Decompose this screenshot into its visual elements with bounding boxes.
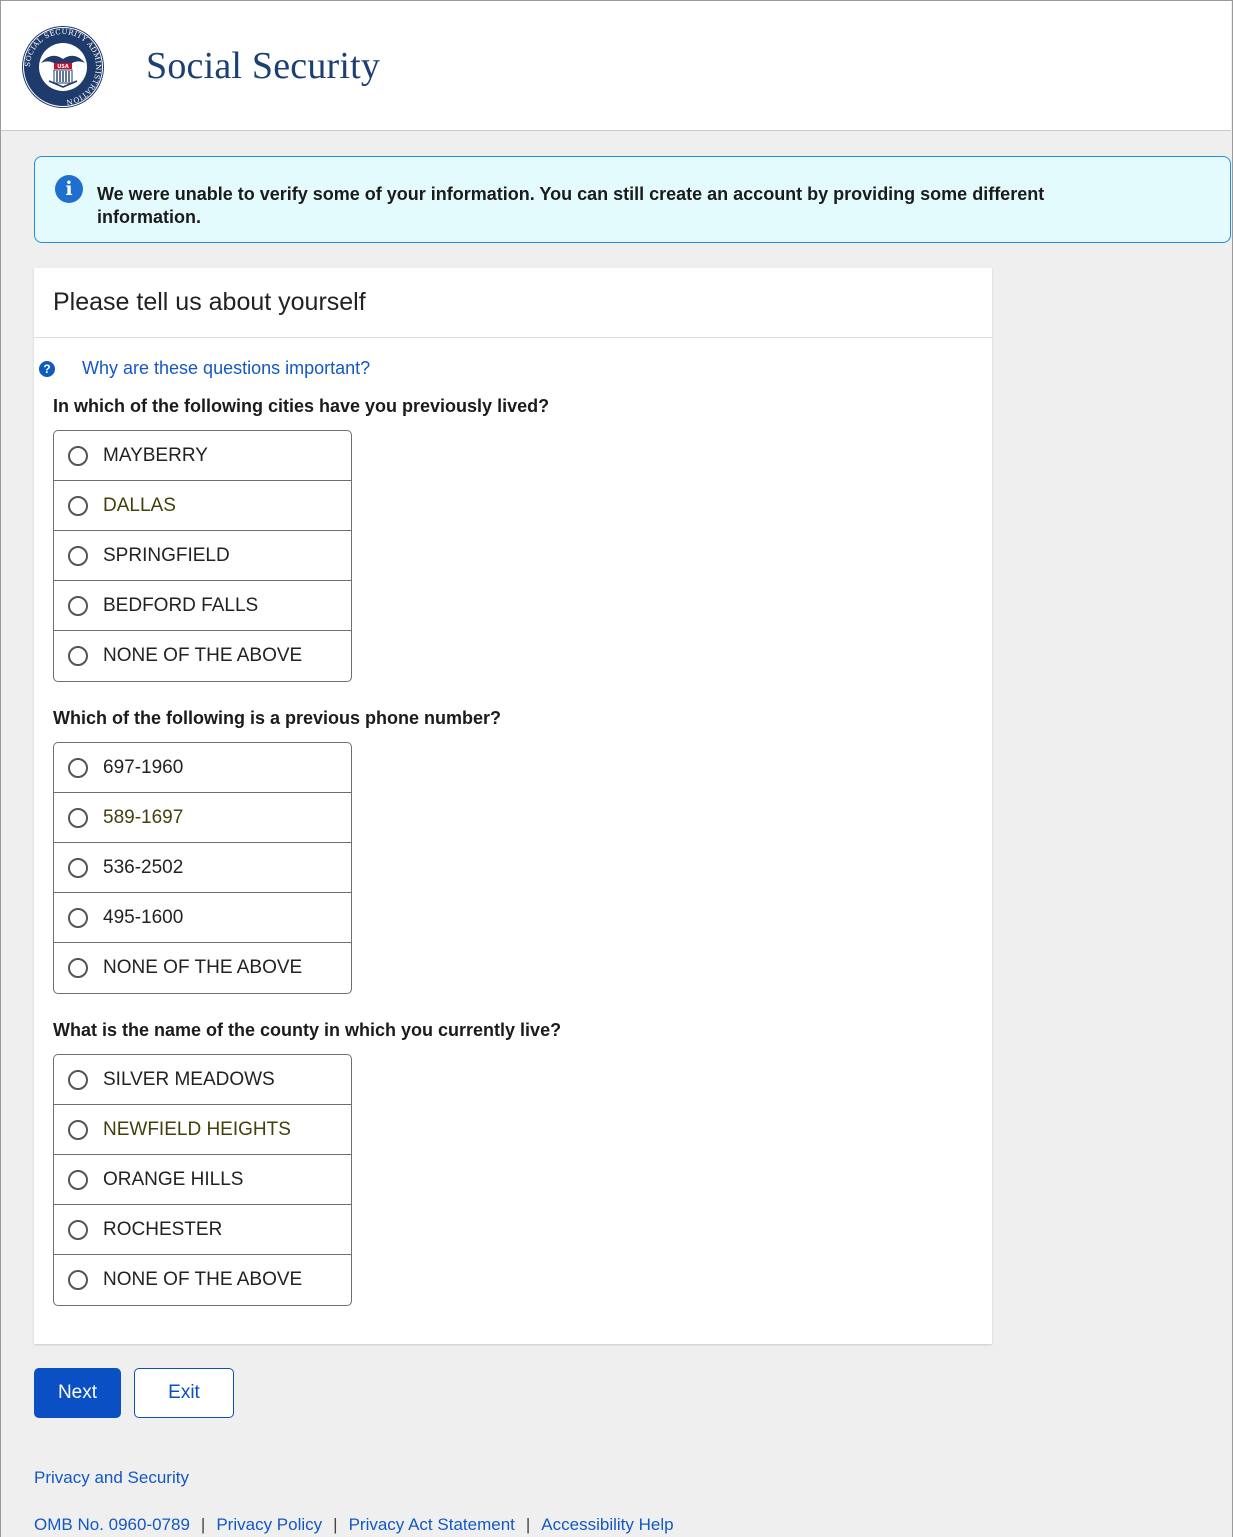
question-previous-phone: Which of the following is a previous pho… xyxy=(53,708,502,728)
privacy-act-statement-link[interactable]: Privacy Act Statement xyxy=(349,1515,515,1535)
radio-option[interactable]: MAYBERRY xyxy=(54,431,351,481)
radio-option-label: DALLAS xyxy=(103,494,176,516)
radio-circle-icon[interactable] xyxy=(68,1069,88,1090)
privacy-policy-link[interactable]: Privacy Policy xyxy=(216,1515,322,1535)
radio-circle-icon[interactable] xyxy=(68,1219,88,1240)
radio-option[interactable]: 536-2502 xyxy=(54,843,351,893)
radio-option-label: NONE OF THE ABOVE xyxy=(103,957,303,978)
alert-message: We were unable to verify some of your in… xyxy=(97,184,1045,227)
radio-option[interactable]: NONE OF THE ABOVE xyxy=(54,631,351,681)
help-link-row[interactable]: ? Why are these questions important? xyxy=(39,358,370,379)
radio-option-label: SPRINGFIELD xyxy=(103,544,230,566)
radio-option-label: 589-1697 xyxy=(103,806,184,828)
site-title: Social Security xyxy=(146,45,381,87)
radio-circle-icon[interactable] xyxy=(68,595,88,616)
ssa-seal-icon: SOCIAL SECURITY ADMINISTRATION USA xyxy=(22,26,104,108)
why-questions-link[interactable]: Why are these questions important? xyxy=(82,358,370,379)
radio-circle-icon[interactable] xyxy=(68,545,88,566)
radio-circle-icon[interactable] xyxy=(68,807,88,828)
radio-circle-icon[interactable] xyxy=(68,857,88,878)
footer-separator: | xyxy=(200,1515,206,1534)
radio-option-label: NONE OF THE ABOVE xyxy=(103,645,303,666)
radio-circle-icon[interactable] xyxy=(68,757,88,778)
panel-title: Please tell us about yourself xyxy=(53,288,366,316)
footer-separator: | xyxy=(525,1515,531,1534)
question-current-county: What is the name of the county in which … xyxy=(53,1020,562,1040)
radio-option[interactable]: BEDFORD FALLS xyxy=(54,581,351,631)
exit-button[interactable]: Exit xyxy=(134,1368,234,1418)
omb-number-link[interactable]: OMB No. 0960-0789 xyxy=(34,1515,190,1535)
radio-option-label: ROCHESTER xyxy=(103,1218,223,1240)
radio-option-label: BEDFORD FALLS xyxy=(103,594,259,616)
radio-option[interactable]: 589-1697 xyxy=(54,793,351,843)
radio-option-label: NONE OF THE ABOVE xyxy=(103,1269,303,1290)
radio-option-label: NEWFIELD HEIGHTS xyxy=(103,1118,291,1140)
privacy-and-security-link[interactable]: Privacy and Security xyxy=(34,1468,189,1488)
radio-option[interactable]: SILVER MEADOWS xyxy=(54,1055,351,1105)
radio-option-label: SILVER MEADOWS xyxy=(103,1068,275,1090)
radio-group-current-county: SILVER MEADOWS NEWFIELD HEIGHTS ORANGE H… xyxy=(53,1054,352,1306)
question-circle-icon: ? xyxy=(39,360,55,377)
radio-option-label: ORANGE HILLS xyxy=(103,1168,244,1190)
radio-option[interactable]: DALLAS xyxy=(54,481,351,531)
radio-circle-icon[interactable] xyxy=(68,646,88,666)
next-button[interactable]: Next xyxy=(34,1368,121,1418)
verification-alert: i We were unable to verify some of your … xyxy=(34,156,1231,243)
radio-group-previous-phone: 697-1960 589-1697 536-2502 495-1600 NONE… xyxy=(53,742,352,994)
radio-circle-icon[interactable] xyxy=(68,1169,88,1190)
radio-option[interactable]: NONE OF THE ABOVE xyxy=(54,943,351,993)
radio-option-label: 697-1960 xyxy=(103,756,184,778)
radio-circle-icon[interactable] xyxy=(68,495,88,516)
info-icon: i xyxy=(55,175,83,203)
radio-option[interactable]: ORANGE HILLS xyxy=(54,1155,351,1205)
radio-option[interactable]: 495-1600 xyxy=(54,893,351,943)
radio-circle-icon[interactable] xyxy=(68,445,88,466)
radio-group-previous-city: MAYBERRY DALLAS SPRINGFIELD BEDFORD FALL… xyxy=(53,430,352,682)
radio-option-label: MAYBERRY xyxy=(103,444,208,466)
radio-option[interactable]: ROCHESTER xyxy=(54,1205,351,1255)
panel-header: Please tell us about yourself xyxy=(34,268,992,338)
footer-separator: | xyxy=(333,1515,338,1534)
radio-option[interactable]: NEWFIELD HEIGHTS xyxy=(54,1105,351,1155)
radio-circle-icon[interactable] xyxy=(68,1119,88,1140)
identity-questions-panel: Please tell us about yourself ? Why are … xyxy=(34,268,992,1344)
radio-option-label: 536-2502 xyxy=(103,856,184,878)
seal-center-text: USA xyxy=(57,64,69,70)
accessibility-help-link[interactable]: Accessibility Help xyxy=(541,1515,673,1535)
radio-circle-icon[interactable] xyxy=(68,958,88,978)
radio-option[interactable]: NONE OF THE ABOVE xyxy=(54,1255,351,1305)
footer-links: OMB No. 0960-0789 | Privacy Policy | Pri… xyxy=(34,1515,674,1535)
radio-option[interactable]: 697-1960 xyxy=(54,743,351,793)
radio-circle-icon[interactable] xyxy=(68,1270,88,1290)
question-previous-city: In which of the following cities have yo… xyxy=(53,396,550,416)
radio-circle-icon[interactable] xyxy=(68,907,88,928)
radio-option[interactable]: SPRINGFIELD xyxy=(54,531,351,581)
site-header: SOCIAL SECURITY ADMINISTRATION USA Socia… xyxy=(1,1,1231,131)
radio-option-label: 495-1600 xyxy=(103,906,184,928)
